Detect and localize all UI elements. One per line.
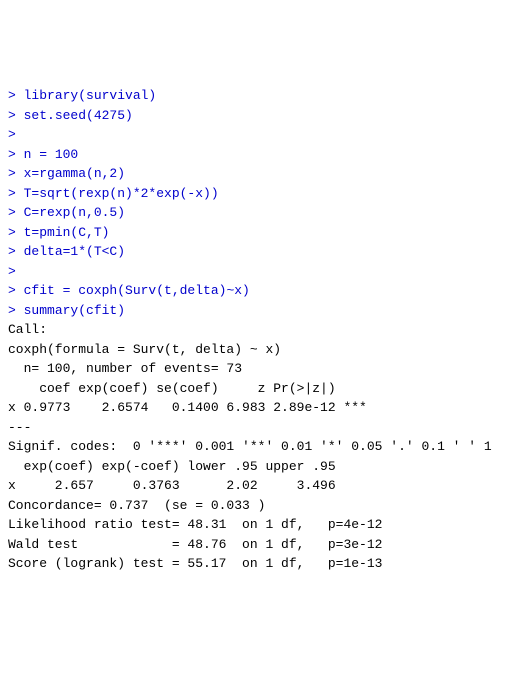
console-output-line: Call: — [8, 320, 499, 340]
output-text: Signif. codes: 0 '***' 0.001 '**' 0.01 '… — [8, 439, 492, 454]
console-input-line: > n = 100 — [8, 145, 499, 165]
output-text: coxph(formula = Surv(t, delta) ~ x) — [8, 342, 281, 357]
output-text: Call: — [8, 322, 47, 337]
prompt: > — [8, 108, 24, 123]
prompt: > — [8, 205, 24, 220]
input-text: cfit = coxph(Surv(t,delta)~x) — [24, 283, 250, 298]
console-output-line: Wald test = 48.76 on 1 df, p=3e-12 — [8, 535, 499, 555]
prompt: > — [8, 166, 24, 181]
console-input-line: > x=rgamma(n,2) — [8, 164, 499, 184]
prompt: > — [8, 244, 24, 259]
prompt: > — [8, 88, 24, 103]
input-text: T=sqrt(rexp(n)*2*exp(-x)) — [24, 186, 219, 201]
input-text: summary(cfit) — [24, 303, 125, 318]
console-input-line: > library(survival) — [8, 86, 499, 106]
input-text: t=pmin(C,T) — [24, 225, 110, 240]
console-input-line: > set.seed(4275) — [8, 106, 499, 126]
console-output-line: Signif. codes: 0 '***' 0.001 '**' 0.01 '… — [8, 437, 499, 457]
output-text: x 0.9773 2.6574 0.1400 6.983 2.89e-12 **… — [8, 400, 367, 415]
output-text: coef exp(coef) se(coef) z Pr(>|z|) — [8, 381, 336, 396]
console-input-line: > — [8, 262, 499, 282]
console-output-line: exp(coef) exp(-coef) lower .95 upper .95 — [8, 457, 499, 477]
input-text: x=rgamma(n,2) — [24, 166, 125, 181]
input-text: C=rexp(n,0.5) — [24, 205, 125, 220]
prompt: > — [8, 264, 24, 279]
console-output-line: x 0.9773 2.6574 0.1400 6.983 2.89e-12 **… — [8, 398, 499, 418]
output-text: Concordance= 0.737 (se = 0.033 ) — [8, 498, 265, 513]
output-text: Score (logrank) test = 55.17 on 1 df, p=… — [8, 556, 382, 571]
console-input-line: > summary(cfit) — [8, 301, 499, 321]
input-text: delta=1*(T<C) — [24, 244, 125, 259]
input-text: n = 100 — [24, 147, 79, 162]
output-text: x 2.657 0.3763 2.02 3.496 — [8, 478, 336, 493]
console-output-line: Concordance= 0.737 (se = 0.033 ) — [8, 496, 499, 516]
console-input-line: > C=rexp(n,0.5) — [8, 203, 499, 223]
input-text: library(survival) — [24, 88, 157, 103]
output-text: exp(coef) exp(-coef) lower .95 upper .95 — [8, 459, 336, 474]
console-input-line: > T=sqrt(rexp(n)*2*exp(-x)) — [8, 184, 499, 204]
prompt: > — [8, 303, 24, 318]
prompt: > — [8, 225, 24, 240]
console-output-line: Likelihood ratio test= 48.31 on 1 df, p=… — [8, 515, 499, 535]
output-text: Likelihood ratio test= 48.31 on 1 df, p=… — [8, 517, 382, 532]
output-text: n= 100, number of events= 73 — [8, 361, 242, 376]
prompt: > — [8, 147, 24, 162]
prompt: > — [8, 283, 24, 298]
console-input-line: > — [8, 125, 499, 145]
console-output-line: coef exp(coef) se(coef) z Pr(>|z|) — [8, 379, 499, 399]
input-text: set.seed(4275) — [24, 108, 133, 123]
r-console[interactable]: > library(survival)> set.seed(4275)> > n… — [8, 86, 499, 574]
output-text: --- — [8, 420, 31, 435]
console-input-line: > t=pmin(C,T) — [8, 223, 499, 243]
console-input-line: > cfit = coxph(Surv(t,delta)~x) — [8, 281, 499, 301]
output-text: Wald test = 48.76 on 1 df, p=3e-12 — [8, 537, 382, 552]
console-output-line: Score (logrank) test = 55.17 on 1 df, p=… — [8, 554, 499, 574]
console-output-line: x 2.657 0.3763 2.02 3.496 — [8, 476, 499, 496]
console-output-line: coxph(formula = Surv(t, delta) ~ x) — [8, 340, 499, 360]
console-output-line: --- — [8, 418, 499, 438]
console-output-line: n= 100, number of events= 73 — [8, 359, 499, 379]
prompt: > — [8, 127, 24, 142]
prompt: > — [8, 186, 24, 201]
console-input-line: > delta=1*(T<C) — [8, 242, 499, 262]
